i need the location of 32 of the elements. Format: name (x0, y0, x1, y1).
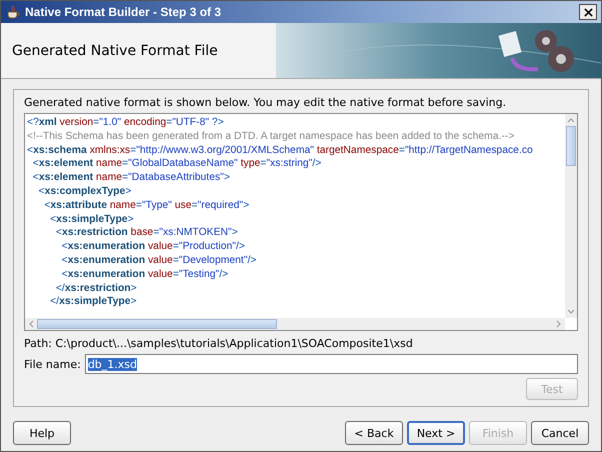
vertical-scrollbar[interactable] (565, 114, 577, 318)
code-line: <xs:element name="DatabaseAttributes"> (32, 171, 230, 185)
code-line: <xs:element name="GlobalDatabaseName" type="xs:string"/> (32, 157, 322, 172)
horizontal-scrollbar[interactable] (25, 318, 565, 330)
code-line: <xs:enumeration value="Production"/> (60, 240, 245, 254)
window-title: Native Format Builder - Step 3 of 3 (25, 5, 222, 19)
code-line: <?xml version="1.0" encoding="UTF-8" ?> (27, 116, 224, 130)
code-line: <xs:complexType> (38, 184, 132, 199)
close-icon (584, 8, 592, 16)
code-line: <xs:enumeration value="Testing"/> (60, 268, 228, 282)
cup-icon (5, 4, 21, 20)
file-name-label: File name: (24, 358, 81, 370)
file-name-field[interactable]: db_1.xsd (84, 354, 578, 374)
code-line: </xs:simpleType> (49, 295, 137, 310)
dialog-button[interactable]: Help (13, 421, 71, 445)
code-line: <xs:attribute name="Type" use="required"> (43, 198, 250, 213)
dialog-button[interactable]: Next > (407, 421, 465, 445)
instructions-text: Generated native format is shown below. You may edit the native format before saving. (24, 96, 508, 109)
scroll-thumb[interactable] (566, 126, 576, 166)
page-heading: Generated Native Format File (11, 42, 219, 58)
code-line: <!--This Schema has been generated from a DTD. A target namespace has been added to the schema.--> (27, 130, 514, 144)
scroll-thumb[interactable] (37, 319, 277, 329)
code-editor[interactable] (24, 113, 578, 331)
dialog-button[interactable]: Cancel (531, 421, 589, 445)
path-text: Path: C:\product\...\samples\tutorials\Application1\SOAComposite1\xsd (24, 337, 414, 350)
dialog-button[interactable]: < Back (345, 421, 403, 445)
code-line: <xs:restriction base="xs:NMTOKEN"> (54, 226, 238, 240)
code-line: <xs:simpleType> (49, 212, 134, 226)
code-line: </xs:restriction> (54, 282, 137, 296)
code-line: <xs:enumeration value="Development"/> (60, 254, 256, 268)
close-button[interactable] (579, 4, 597, 20)
code-line: <xs:schema xmlns:xs="http://www.w3.org/2001/XMLSchema" targetNamespace="http://TargetNamespace.co (27, 144, 533, 158)
